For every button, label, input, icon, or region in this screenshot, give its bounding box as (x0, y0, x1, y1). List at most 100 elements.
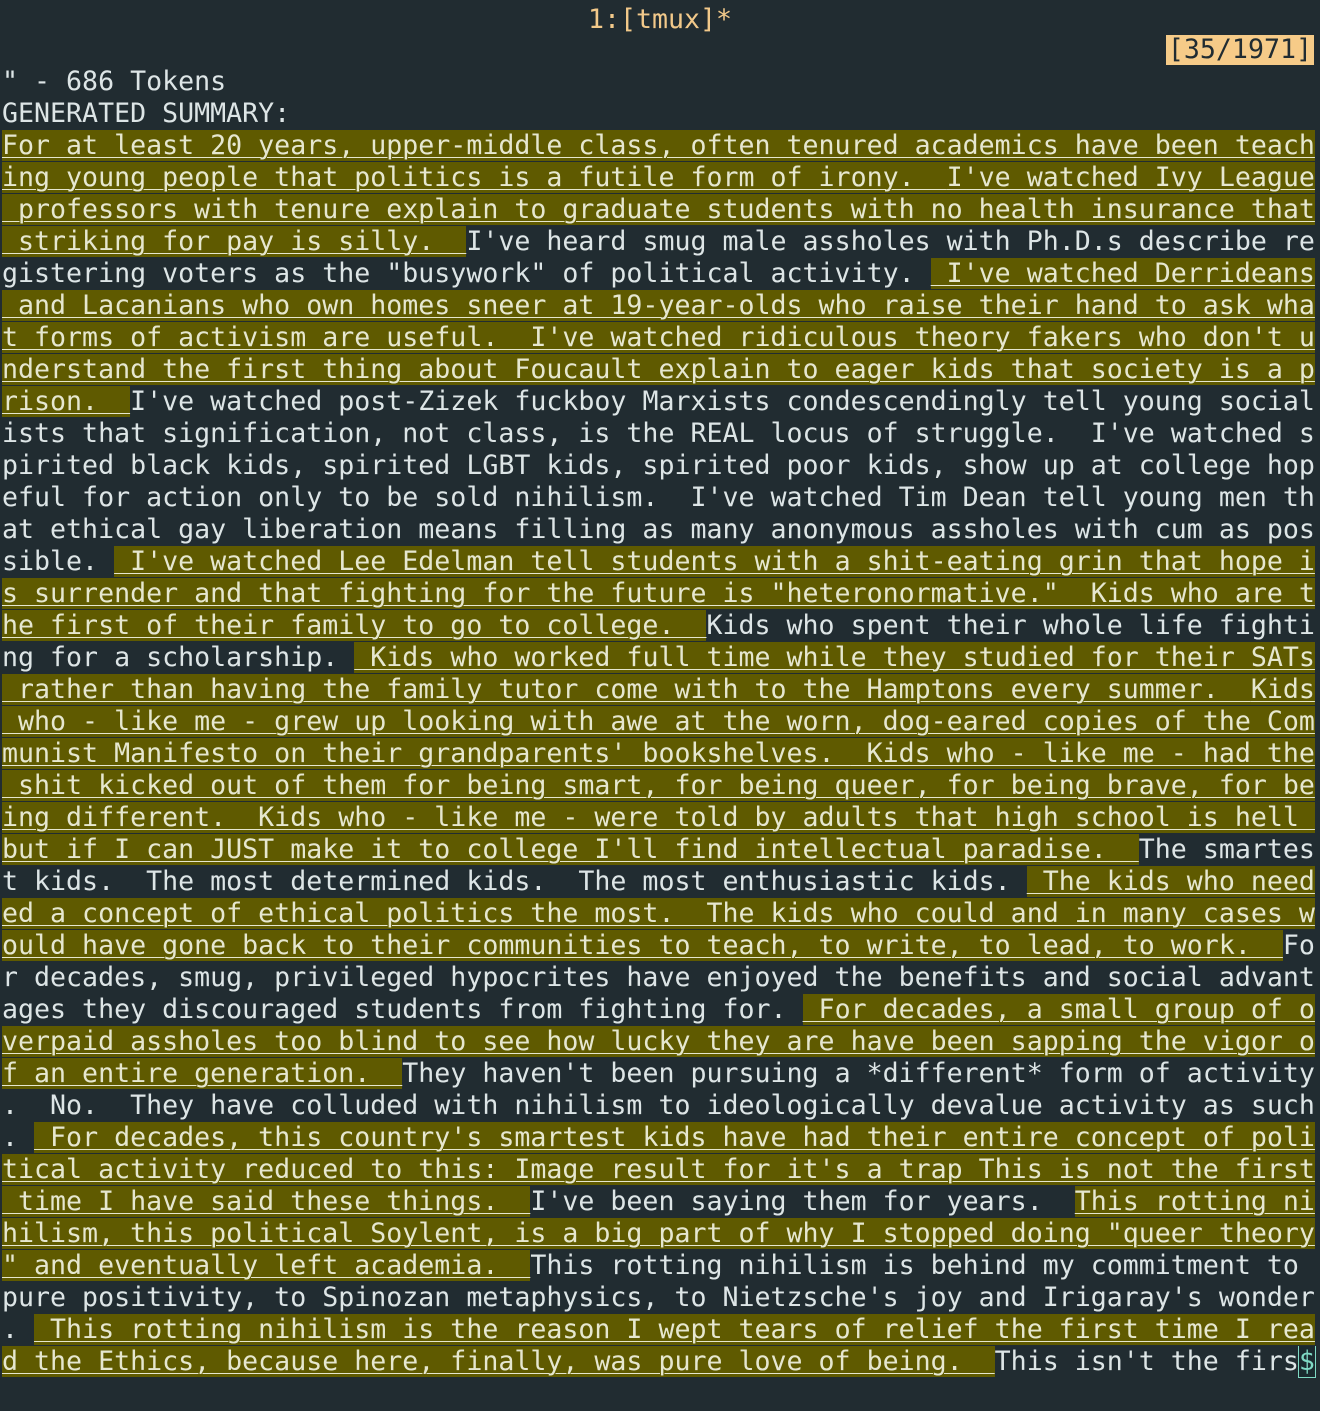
text-segment: ng for a scholarship. (2, 642, 355, 673)
pager-line: ists that signification, not class, is t… (2, 418, 1320, 450)
text-segment: I've been saying them for years. (530, 1186, 1075, 1217)
pager-line: rison. I've watched post-Zizek fuckboy M… (2, 386, 1320, 418)
pager-line: hilism, this political Soylent, is a big… (2, 1218, 1320, 1250)
window-title: 1:[tmux]* (587, 4, 733, 35)
highlighted-text: Kids who are t (1090, 578, 1315, 609)
pager-line: r decades, smug, privileged hypocrites h… (2, 962, 1320, 994)
pager-line: nderstand the first thing about Foucault… (2, 354, 1320, 386)
pager-line: d the Ethics, because here, finally, was… (2, 1346, 1320, 1378)
text-segment: ists that signification, not class, is t… (2, 418, 1315, 449)
pager-line: ed a concept of ethical politics the mos… (2, 898, 1320, 930)
pager-line: tical activity reduced to this: Image re… (2, 1154, 1320, 1186)
pager-line: but if I can JUST make it to college I'l… (2, 834, 1320, 866)
text-segment: Fo (1282, 930, 1315, 961)
highlighted-text: For decades, this country's smartest kid… (34, 1122, 1315, 1153)
highlighted-text: striking for pay is silly. (2, 226, 467, 257)
highlighted-text: I've watched Ivy League (946, 162, 1315, 193)
text-segment: GENERATED SUMMARY: (2, 98, 291, 129)
highlighted-text: This rotting ni (1074, 1186, 1315, 1217)
pager-line: ing young people that politics is a futi… (2, 162, 1320, 194)
highlighted-text: Kids who worked full time while they stu… (354, 642, 1315, 673)
highlighted-text: Kids (1250, 674, 1315, 705)
highlighted-text: " and eventually left academia. (2, 1250, 531, 1281)
highlighted-text: time I have said these things. (2, 1186, 531, 1217)
pager-line: pirited black kids, spirited LGBT kids, … (2, 450, 1320, 482)
text-segment: t kids. The most determined kids. The mo… (2, 866, 1027, 897)
text-segment: I've heard smug male assholes with Ph.D.… (466, 226, 1315, 257)
pager-line: " and eventually left academia. This rot… (2, 1250, 1320, 1282)
pager-line: ould have gone back to their communities… (2, 930, 1320, 962)
highlighted-text: and Lacanians who own homes sneer at 19-… (2, 290, 1315, 321)
highlighted-text: verpaid assholes too blind to see how lu… (2, 1026, 1315, 1057)
pager-line: striking for pay is silly. I've heard sm… (2, 226, 1320, 258)
highlighted-text: but if I can JUST make it to college I'l… (2, 834, 1139, 865)
pager-line: verpaid assholes too blind to see how lu… (2, 1026, 1320, 1058)
text-segment: Kids who spent their whole life fighti (706, 610, 1315, 641)
text-segment: pure positivity, to Spinozan metaphysics… (2, 1282, 1315, 1313)
text-segment: " - 686 Tokens (2, 66, 227, 97)
text-segment: . (2, 1314, 35, 1345)
text-segment: at ethical gay liberation means filling … (2, 514, 1315, 545)
pager-line: sible. I've watched Lee Edelman tell stu… (2, 546, 1320, 578)
highlighted-text: For at least 20 years, upper-middle clas… (2, 130, 1315, 161)
text-segment: They haven't been pursuing a *different*… (402, 1058, 1315, 1089)
pager-line: . For decades, this country's smartest k… (2, 1122, 1320, 1154)
text-segment: eful for action only to be sold nihilism… (2, 482, 1315, 513)
highlighted-text: professors with tenure explain to gradua… (2, 194, 1315, 225)
pager-line: . This rotting nihilism is the reason I … (2, 1314, 1320, 1346)
highlighted-text: ing young people that politics is a futi… (2, 162, 947, 193)
pager-line: time I have said these things. I've been… (2, 1186, 1320, 1218)
highlighted-text: I've watched Derrideans (930, 258, 1315, 289)
terminal-cursor: $ (1297, 1346, 1316, 1378)
pager-line: t forms of activism are useful. I've wat… (2, 322, 1320, 354)
highlighted-text: rather than having the family tutor come… (2, 674, 1251, 705)
pager-line: who - like me - grew up looking with awe… (2, 706, 1320, 738)
pager-line: shit kicked out of them for being smart,… (2, 770, 1320, 802)
text-segment: The smartes (1138, 834, 1315, 865)
pager-line: t kids. The most determined kids. The mo… (2, 866, 1320, 898)
highlighted-text: he first of their family to go to colleg… (2, 610, 707, 641)
pager-line: eful for action only to be sold nihilism… (2, 482, 1320, 514)
text-segment: r decades, smug, privileged hypocrites h… (2, 962, 1315, 993)
highlighted-text: t forms of activism are useful. I've wat… (2, 322, 1315, 353)
highlighted-text: nderstand the first thing about Foucault… (2, 354, 1315, 385)
pager-line: gistering voters as the "busywork" of po… (2, 258, 1320, 290)
pager-content[interactable]: " - 686 Tokens GENERATED SUMMARY: For at l… (2, 66, 1320, 1378)
highlighted-text: I've watched Lee Edelman tell students w… (114, 546, 1315, 577)
highlighted-text: shit kicked out of them for being smart,… (2, 770, 1315, 801)
highlighted-text: This rotting nihilism is the reason I we… (34, 1314, 1315, 1345)
pager-line: . No. They have colluded with nihilism t… (2, 1090, 1320, 1122)
text-segment: ages they discouraged students from figh… (2, 994, 803, 1025)
pager-line: ing different. Kids who - like me - were… (2, 802, 1320, 834)
highlighted-text: s surrender and that fighting for the fu… (2, 578, 1091, 609)
pager-line: ages they discouraged students from figh… (2, 994, 1320, 1026)
pager-line: pure positivity, to Spinozan metaphysics… (2, 1282, 1320, 1314)
pager-line: at ethical gay liberation means filling … (2, 514, 1320, 546)
highlighted-text: ould have gone back to their communities… (2, 930, 1283, 961)
text-segment: . No. They have colluded with nihilism t… (2, 1090, 1315, 1121)
pager-line: he first of their family to go to colleg… (2, 610, 1320, 642)
highlighted-text: f an entire generation. (2, 1058, 403, 1089)
text-segment: This isn't the firs (994, 1346, 1299, 1377)
highlighted-text: The kids who need (1026, 866, 1315, 897)
pager-line: and Lacanians who own homes sneer at 19-… (2, 290, 1320, 322)
highlighted-text: who - like me - grew up looking with awe… (2, 706, 1315, 737)
pager-position-indicator: [35/1971] (1165, 34, 1314, 65)
highlighted-text: rison. (2, 386, 131, 417)
text-segment: This rotting nihilism is behind my commi… (530, 1250, 1315, 1281)
highlighted-text: munist Manifesto on their grandparents' … (2, 738, 851, 769)
text-segment: pirited black kids, spirited LGBT kids, … (2, 450, 1315, 481)
pager-line: munist Manifesto on their grandparents' … (2, 738, 1320, 770)
text-segment: I've watched post-Zizek fuckboy Marxists… (130, 386, 1315, 417)
highlighted-text: hilism, this political Soylent, is a big… (2, 1218, 1315, 1249)
highlighted-text: ing different. Kids who - like me - were… (2, 802, 1315, 833)
highlighted-text: d the Ethics, because here, finally, was… (2, 1346, 995, 1377)
pager-line: f an entire generation. They haven't bee… (2, 1058, 1320, 1090)
highlighted-text: ed a concept of ethical politics the mos… (2, 898, 1315, 929)
text-segment: sible. (2, 546, 115, 577)
highlighted-text: Kids who - like me - had the (850, 738, 1315, 769)
pager-line: professors with tenure explain to gradua… (2, 194, 1320, 226)
text-segment: . (2, 1122, 35, 1153)
pager-line: For at least 20 years, upper-middle clas… (2, 130, 1320, 162)
pager-line: s surrender and that fighting for the fu… (2, 578, 1320, 610)
